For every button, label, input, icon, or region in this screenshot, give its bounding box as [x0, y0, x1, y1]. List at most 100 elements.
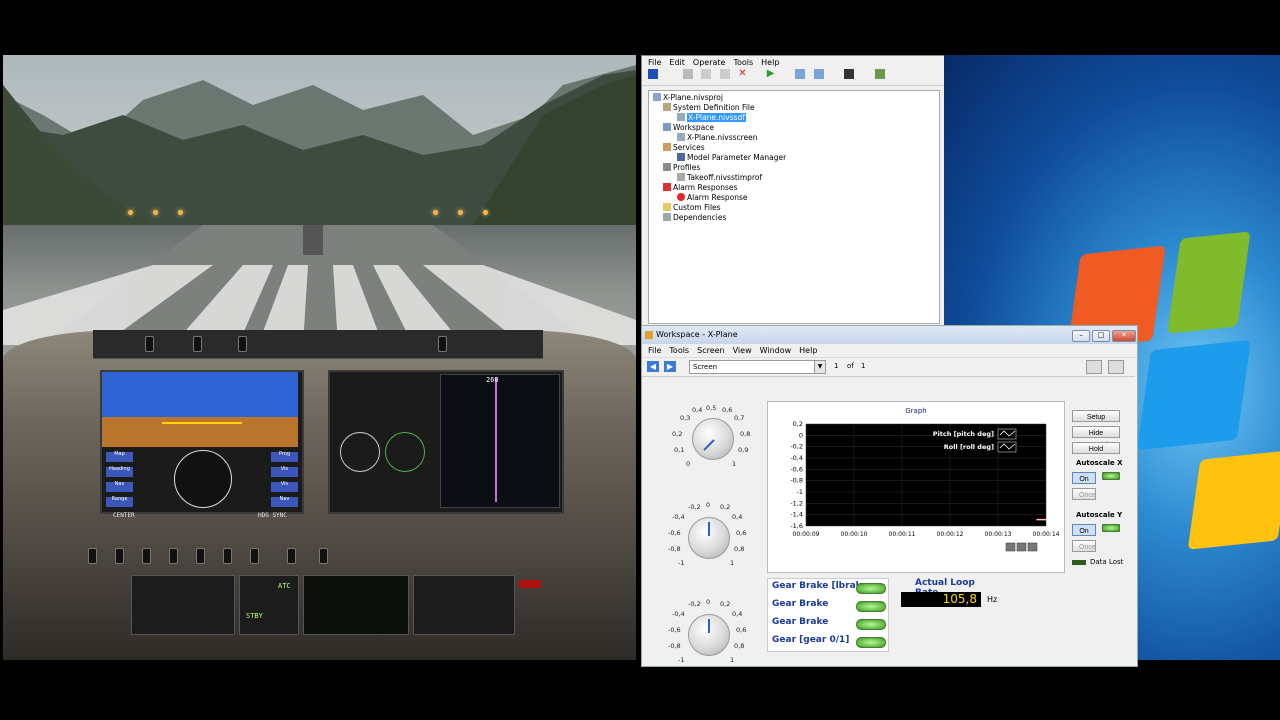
menu-view[interactable]: View	[733, 346, 752, 355]
menu-screen[interactable]: Screen	[697, 346, 725, 355]
tree-item[interactable]: Custom Files	[663, 203, 721, 212]
binoculars-icon[interactable]	[844, 69, 855, 79]
tree-item[interactable]: Services	[663, 143, 705, 152]
forward-arrow-icon[interactable]: ▶	[664, 361, 676, 372]
gear-brake-label: Gear Brake	[772, 599, 829, 609]
chevron-down-icon[interactable]: ▼	[814, 361, 825, 373]
nav-radio[interactable]	[131, 575, 235, 635]
maximize-button[interactable]: □	[1092, 330, 1110, 342]
zoom-icon[interactable]	[1005, 542, 1016, 552]
deploy-icon[interactable]	[795, 69, 806, 79]
connect-icon[interactable]	[813, 69, 824, 79]
folder-icon	[663, 203, 671, 211]
x-tick-label: 00:00:14	[1033, 531, 1060, 538]
land-light-switch[interactable]	[223, 548, 232, 564]
nav-light-switch[interactable]	[115, 548, 124, 564]
chart-icon[interactable]	[1086, 360, 1102, 374]
autoscale-y-once-button[interactable]: Once	[1072, 540, 1096, 552]
minimize-button[interactable]: –	[1072, 330, 1090, 342]
screen-file-icon	[677, 133, 685, 141]
windows-logo-yellow	[1187, 450, 1280, 550]
knob-dial[interactable]	[692, 418, 734, 460]
settings-icon[interactable]	[1108, 360, 1124, 374]
knob-pointer	[708, 619, 710, 633]
hide-legend-button[interactable]: Hide Legend	[1072, 426, 1120, 449]
graph-plot[interactable]: 0,20-0,2-0,4-0,6-0,8-1-1,2-1,4-1,600:00:…	[768, 402, 1064, 572]
flight-simulator-view[interactable]: Map Heading Nav Range Prog Vis Vis Nav C…	[3, 55, 636, 660]
battery-switch[interactable]	[287, 548, 296, 564]
autopilot-toggle[interactable]	[145, 336, 154, 352]
back-arrow-icon[interactable]: ◀	[647, 361, 659, 372]
tree-item[interactable]: Profiles	[663, 163, 700, 172]
cut-icon[interactable]	[682, 69, 693, 79]
y-tick-label: -1,6	[790, 522, 803, 530]
paste-icon[interactable]	[719, 69, 730, 79]
primary-flight-display: Map Heading Nav Range Prog Vis Vis Nav	[100, 370, 304, 514]
engine-gauges	[413, 575, 515, 635]
gear-brake-label: Gear Brake [lbrak	[772, 581, 862, 591]
autoscale-x-on-button[interactable]: On	[1072, 472, 1096, 484]
target-icon[interactable]	[874, 69, 885, 79]
gear-indicators: Gear Brake [lbrak Gear Brake Gear Brake …	[767, 578, 889, 652]
workspace-titlebar[interactable]: Workspace - X-Plane – □ ✕	[642, 326, 1137, 344]
atc-label: ATC	[278, 582, 291, 590]
hold-button[interactable]: Hold	[1072, 442, 1120, 454]
gps-display	[303, 575, 409, 635]
knob-control-2: -0,2 0 0,2 -0,4 0,4 -0,6 0,6 -0,8 0,8 -1…	[668, 501, 747, 567]
menu-tools[interactable]: Tools	[669, 346, 689, 355]
tree-item[interactable]: X-Plane.nivsproj	[653, 93, 723, 102]
project-menubar: File Edit Operate Tools Help	[642, 56, 944, 69]
autopilot-toggle[interactable]	[438, 336, 447, 352]
transponder[interactable]: ATC STBY	[239, 575, 299, 635]
avionics-switch[interactable]	[88, 548, 97, 564]
taxi-light-switch[interactable]	[196, 548, 205, 564]
close-button[interactable]: ✕	[1112, 330, 1136, 342]
menu-help[interactable]: Help	[761, 58, 779, 67]
knob-dial[interactable]	[688, 517, 730, 559]
menu-edit[interactable]: Edit	[669, 58, 685, 67]
generator-switch[interactable]	[319, 548, 328, 564]
profile-file-icon	[677, 173, 685, 181]
menu-help[interactable]: Help	[799, 346, 817, 355]
tail-lamp-switch[interactable]	[250, 548, 259, 564]
tree-item[interactable]: Alarm Responses	[663, 183, 737, 192]
tree-item[interactable]: X-Plane.nivsscreen	[677, 133, 758, 142]
knob-pointer	[703, 439, 715, 451]
workspace-menubar: File Tools Screen View Window Help	[642, 344, 1137, 358]
tree-item[interactable]: X-Plane.nivssdf	[677, 113, 746, 122]
tree-item[interactable]: System Definition File	[663, 103, 755, 112]
copy-icon[interactable]	[701, 69, 712, 79]
tree-item[interactable]: Model Parameter Manager	[677, 153, 786, 162]
menu-file[interactable]: File	[648, 346, 661, 355]
alarm-response-icon	[677, 193, 685, 201]
setup-button[interactable]: Setup	[1072, 410, 1120, 422]
mountains	[3, 65, 636, 225]
tree-item[interactable]: Workspace	[663, 123, 714, 132]
tree-item[interactable]: Takeoff.nivsstimprof	[677, 173, 762, 182]
tree-item[interactable]: Dependencies	[663, 213, 726, 222]
screen-select[interactable]: Screen ▼	[689, 360, 826, 374]
knob-dial[interactable]	[688, 614, 730, 656]
beacon-switch[interactable]	[142, 548, 151, 564]
autopilot-toggle[interactable]	[238, 336, 247, 352]
run-icon[interactable]: ▶	[767, 69, 777, 79]
menu-operate[interactable]: Operate	[693, 58, 726, 67]
knob-control-1: 0,3 0,4 0,5 0,6 0,7 0,2 0,8 0,1 0,9 0 1	[672, 404, 751, 468]
menu-tools[interactable]: Tools	[733, 58, 753, 67]
page-current: 1	[834, 362, 839, 370]
autoscale-y-on-button[interactable]: On	[1072, 524, 1096, 536]
project-tree: X-Plane.nivsproj System Definition File …	[648, 90, 940, 324]
strobe-light-switch[interactable]	[169, 548, 178, 564]
tree-item[interactable]: Alarm Response	[677, 193, 747, 202]
menu-window[interactable]: Window	[760, 346, 792, 355]
autoscale-x-once-button[interactable]: Once	[1072, 488, 1096, 500]
knob-control-3: -0,2 0 0,2 -0,4 0,4 -0,6 0,6 -0,8 0,8 -1…	[668, 598, 747, 664]
delete-icon[interactable]: ✕	[738, 69, 748, 79]
cursor-icon[interactable]	[1027, 542, 1038, 552]
pan-icon[interactable]	[1016, 542, 1027, 552]
save-icon[interactable]	[648, 69, 658, 79]
gear-brake-label: Gear Brake	[772, 617, 829, 627]
y-tick-label: -0,2	[790, 443, 803, 451]
menu-file[interactable]: File	[648, 58, 661, 67]
autopilot-toggle[interactable]	[193, 336, 202, 352]
